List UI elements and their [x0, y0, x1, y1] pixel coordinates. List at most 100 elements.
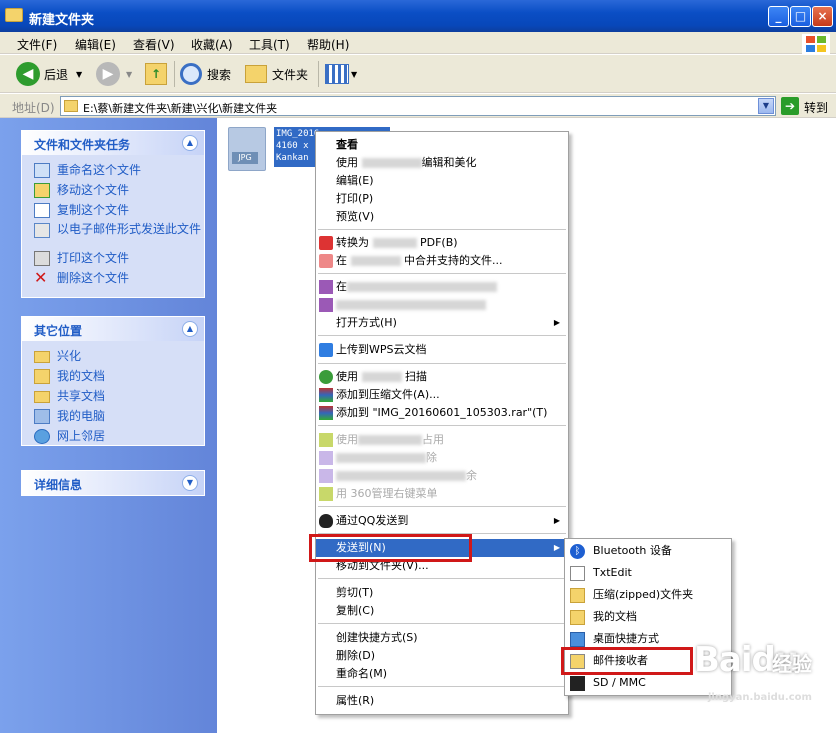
- menu-open-with[interactable]: 打开方式(H) ▶: [316, 314, 568, 332]
- place-shared-documents[interactable]: 共享文档: [22, 387, 204, 407]
- go-button[interactable]: 转到: [804, 99, 828, 116]
- close-button[interactable]: ×: [812, 6, 833, 27]
- menu-help[interactable]: 帮助(H): [307, 36, 349, 53]
- toolbar: ◀ 后退 ▼ ▶ ▼ ↑ 搜索 文件夹 ▼: [0, 55, 836, 93]
- file-tasks-header[interactable]: 文件和文件夹任务 ▲: [22, 131, 204, 155]
- chevron-down-icon: ▼: [126, 69, 133, 79]
- menu-preview-item[interactable]: 预览(V): [316, 208, 568, 226]
- menu-rename[interactable]: 重命名(M): [316, 665, 568, 683]
- zip-folder-icon: [570, 588, 585, 603]
- menu-blurred-item[interactable]: 在: [316, 278, 568, 296]
- back-button[interactable]: ◀ 后退 ▼: [16, 61, 82, 87]
- menu-360-manage[interactable]: 用 360管理右键菜单: [316, 485, 568, 503]
- address-bar: 地址(D) E:\蔡\新建文件夹\新建\兴化\新建文件夹 ▼ ➔ 转到: [0, 94, 836, 118]
- up-folder-button[interactable]: ↑: [145, 61, 167, 87]
- menu-view-item[interactable]: 查看: [316, 136, 568, 154]
- place-xinghua[interactable]: 兴化: [22, 347, 204, 367]
- task-copy[interactable]: 复制这个文件: [22, 201, 204, 221]
- menu-favorites[interactable]: 收藏(A): [191, 36, 233, 53]
- details-header[interactable]: 详细信息 ▼: [22, 471, 204, 495]
- menu-view[interactable]: 查看(V): [133, 36, 175, 53]
- bluetooth-icon: ᛒ: [570, 544, 585, 559]
- minimize-button[interactable]: _: [768, 6, 789, 27]
- forward-button[interactable]: ▶ ▼: [96, 61, 132, 87]
- collapse-icon[interactable]: ▲: [182, 321, 198, 337]
- text-editor-icon: [570, 566, 585, 581]
- other-places-header[interactable]: 其它位置 ▲: [22, 317, 204, 341]
- go-arrow-icon[interactable]: ➔: [781, 97, 799, 115]
- menu-360-item-2[interactable]: 除: [316, 449, 568, 467]
- collapse-icon[interactable]: ▲: [182, 135, 198, 151]
- menu-scan[interactable]: 使用 扫描: [316, 368, 568, 386]
- task-rename[interactable]: 重命名这个文件: [22, 161, 204, 181]
- submenu-arrow-icon: ▶: [553, 516, 560, 525]
- 360-icon: [319, 469, 333, 483]
- folders-label: 文件夹: [272, 67, 309, 82]
- menu-bar: 文件(F) 编辑(E) 查看(V) 收藏(A) 工具(T) 帮助(H): [0, 32, 836, 54]
- search-icon: [180, 63, 202, 85]
- place-my-documents[interactable]: 我的文档: [22, 367, 204, 387]
- menu-create-shortcut[interactable]: 创建快捷方式(S): [316, 629, 568, 647]
- task-email[interactable]: 以电子邮件形式发送此文件: [22, 221, 204, 249]
- highlight-mail-recipient: [561, 647, 693, 675]
- sendto-my-documents[interactable]: 我的文档: [565, 607, 731, 627]
- menu-360-item-3[interactable]: 余: [316, 467, 568, 485]
- menu-file[interactable]: 文件(F): [17, 36, 57, 53]
- wps-cloud-icon: [319, 343, 333, 357]
- menu-properties[interactable]: 属性(R): [316, 692, 568, 710]
- menu-blurred-item-2[interactable]: [316, 296, 568, 314]
- my-documents-icon: [34, 369, 50, 384]
- menu-delete[interactable]: 删除(D): [316, 647, 568, 665]
- forward-arrow-icon: ▶: [96, 62, 120, 86]
- winrar-icon: [319, 406, 333, 420]
- email-icon: [34, 223, 50, 238]
- menu-copy[interactable]: 复制(C): [316, 602, 568, 620]
- menu-add-archive[interactable]: 添加到压缩文件(A)...: [316, 386, 568, 404]
- jingyan-text: 经验: [772, 652, 812, 676]
- menu-360-item[interactable]: 使用 占用: [316, 431, 568, 449]
- sd-card-icon: [570, 676, 585, 691]
- views-button[interactable]: ▼: [325, 61, 357, 87]
- qq-penguin-icon: [319, 514, 333, 528]
- my-documents-icon: [570, 610, 585, 625]
- place-my-computer[interactable]: 我的电脑: [22, 407, 204, 427]
- printer-icon: [34, 251, 50, 266]
- other-places-panel: 其它位置 ▲ 兴化 我的文档 共享文档 我的电脑 网上邻居: [21, 316, 205, 446]
- folders-button[interactable]: 文件夹: [245, 61, 308, 87]
- address-path: E:\蔡\新建文件夹\新建\兴化\新建文件夹: [83, 102, 278, 115]
- task-move[interactable]: 移动这个文件: [22, 181, 204, 201]
- menu-edit[interactable]: 编辑(E): [75, 36, 116, 53]
- baidu-watermark: Baidu 经验 jingyan.baidu.com: [694, 640, 830, 710]
- menu-upload-wps[interactable]: 上传到WPS云文档: [316, 341, 568, 359]
- menu-qq-send[interactable]: 通过QQ发送到 ▶: [316, 512, 568, 530]
- menu-add-rar[interactable]: 添加到 "IMG_20160601_105303.rar"(T): [316, 404, 568, 422]
- maximize-button[interactable]: □: [790, 6, 811, 27]
- task-delete[interactable]: ✕ 删除这个文件: [22, 269, 204, 289]
- task-print[interactable]: 打印这个文件: [22, 249, 204, 269]
- task-pane: 文件和文件夹任务 ▲ 重命名这个文件 移动这个文件 复制这个文件 以电子邮件形式发…: [0, 118, 217, 733]
- menu-edit-item[interactable]: 编辑(E): [316, 172, 568, 190]
- search-button[interactable]: 搜索: [180, 61, 231, 87]
- menu-convert-pdf[interactable]: 转换为 PDF(B): [316, 234, 568, 252]
- menu-edit-beautify[interactable]: 使用 编辑和美化: [316, 154, 568, 172]
- chevron-down-icon: ▼: [76, 69, 83, 79]
- place-network[interactable]: 网上邻居: [22, 427, 204, 447]
- address-input[interactable]: E:\蔡\新建文件夹\新建\兴化\新建文件夹 ▼: [60, 96, 776, 116]
- search-label: 搜索: [207, 67, 232, 82]
- windows-logo-icon: [802, 34, 830, 54]
- menu-tools[interactable]: 工具(T): [249, 36, 290, 53]
- jpg-file-icon[interactable]: JPG: [228, 127, 266, 171]
- menu-combine-pdf[interactable]: 在 中合并支持的文件...: [316, 252, 568, 270]
- folders-icon: [245, 65, 267, 83]
- details-title: 详细信息: [34, 478, 83, 492]
- back-arrow-icon: ◀: [16, 62, 40, 86]
- sendto-txtedit[interactable]: TxtEdit: [565, 563, 731, 583]
- antivirus-icon: [319, 370, 333, 384]
- sendto-zip[interactable]: 压缩(zipped)文件夹: [565, 585, 731, 605]
- sendto-bluetooth[interactable]: ᛒ Bluetooth 设备: [565, 541, 731, 561]
- address-dropdown-icon[interactable]: ▼: [758, 98, 774, 114]
- move-icon: [34, 183, 50, 198]
- menu-cut[interactable]: 剪切(T): [316, 584, 568, 602]
- menu-print-item[interactable]: 打印(P): [316, 190, 568, 208]
- expand-icon[interactable]: ▼: [182, 475, 198, 491]
